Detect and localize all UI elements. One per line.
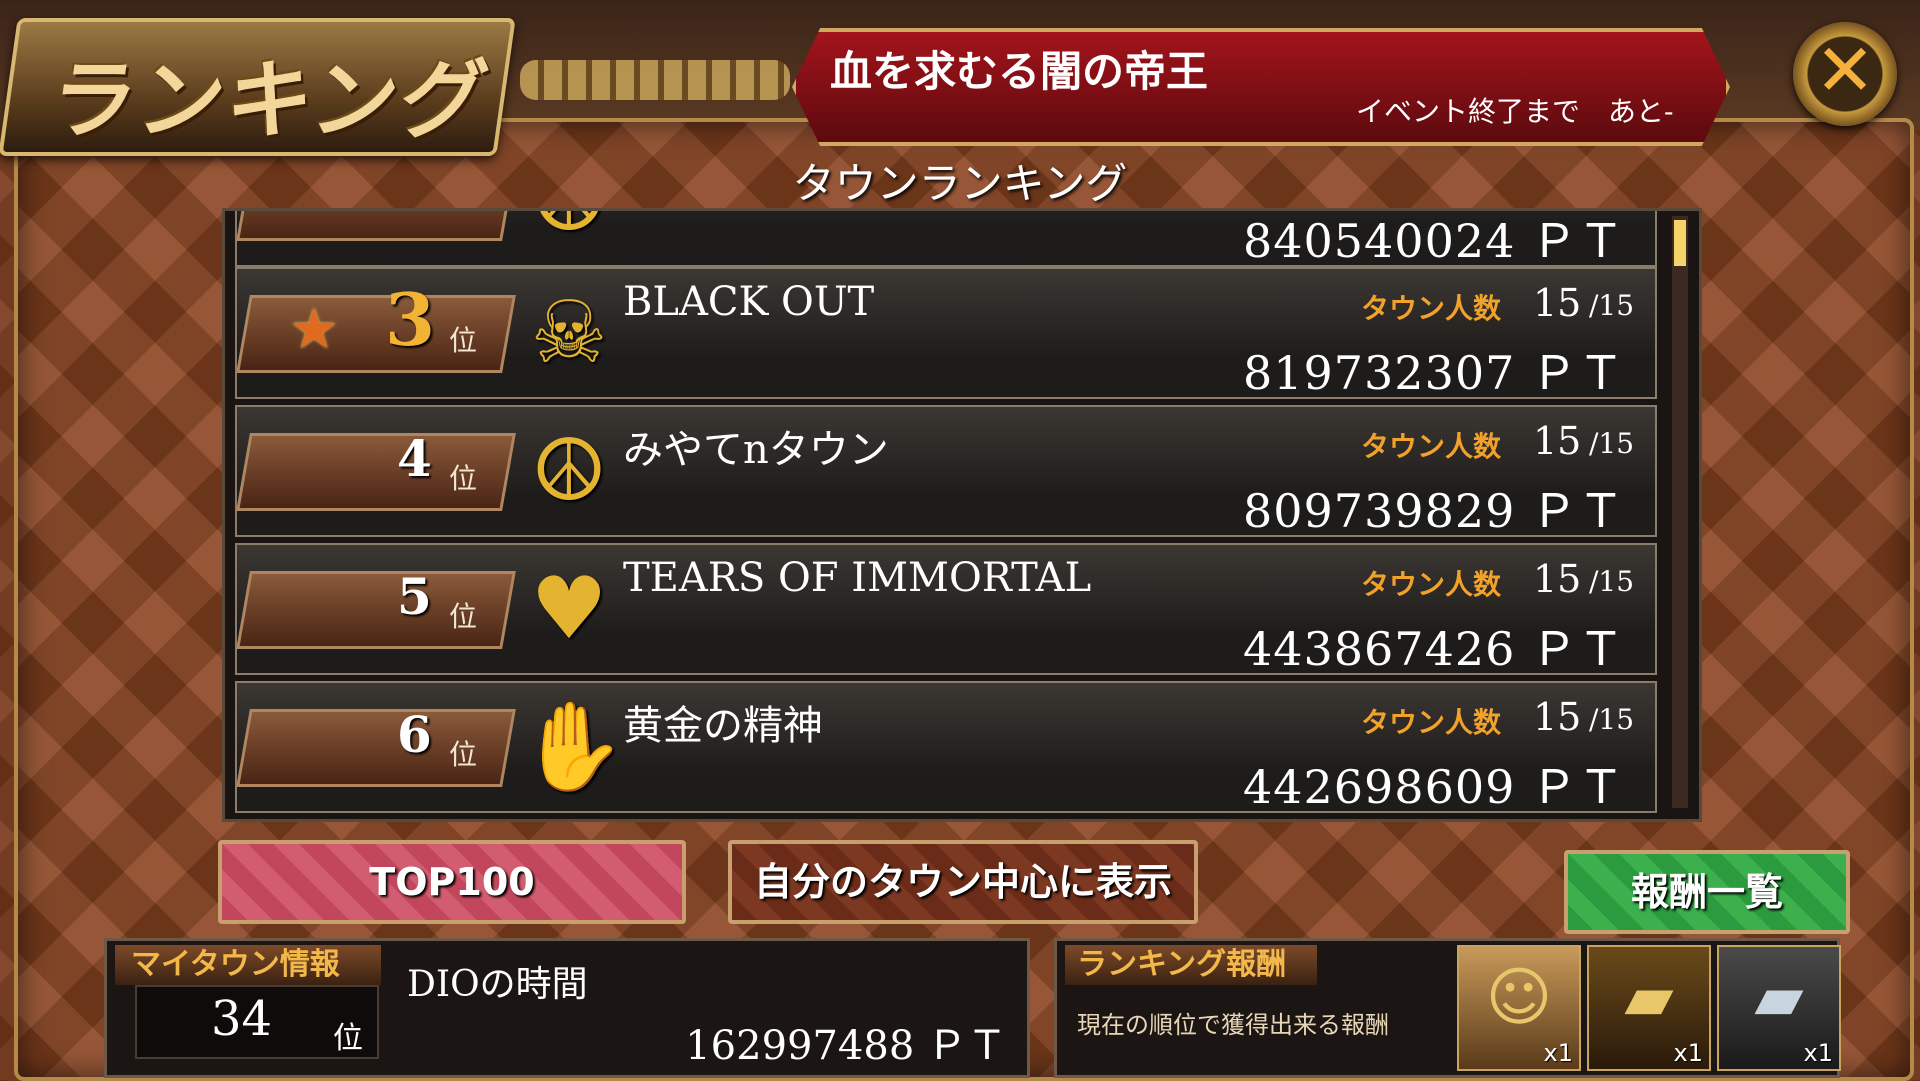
skull-icon: ☠ [530,283,608,383]
scrollbar-track[interactable] [1672,216,1688,808]
members-max: /15 [1589,427,1635,460]
members-count: 15 [1533,695,1582,739]
reward-item-silver-ticket[interactable]: ▰ x1 [1717,945,1841,1071]
rank-number: 4 [397,429,432,488]
section-title: タウンランキング [792,159,1128,208]
reward-qty: x1 [1803,1039,1833,1067]
town-name: BLACK OUT [623,279,875,325]
reward-qty: x1 [1543,1039,1573,1067]
top100-button[interactable]: TOP100 [218,840,686,924]
ranking-row-partial[interactable]: ☮ 840540024 ＰＴ [235,211,1657,268]
screen-title: ランキング [43,50,496,151]
event-title: 血を求むる闇の帝王 [830,47,1209,96]
reward-item-gold-ticket[interactable]: ▰ x1 [1587,945,1711,1071]
members-max: /15 [1589,289,1635,322]
ranking-row[interactable]: ★ 3 位 ☠ BLACK OUT タウン人数 15 /15 819732307… [235,267,1657,400]
my-town-name: DIOの時間 [407,964,588,1005]
town-points: 840540024 ＰＴ [1242,214,1625,268]
members-max: /15 [1589,703,1635,736]
members-count: 15 [1533,557,1582,601]
rank-plate [236,211,516,241]
event-remaining-time: イベント終了まで あと- [1356,95,1674,128]
members-label: タウン人数 [1361,430,1502,463]
town-points: 442698609 ＰＴ [1242,760,1625,814]
rank-number: 3 [385,277,436,362]
members-count: 15 [1533,281,1582,325]
town-name: TEARS OF IMMORTAL [623,555,1092,601]
silver-ticket-icon: ▰ [1754,961,1804,1035]
scrollbar-thumb[interactable] [1674,220,1686,266]
heart-icon: ♥ [530,559,608,659]
ranking-reward-tab: ランキング報酬 [1065,945,1317,985]
ranking-reward-box: ランキング報酬 現在の順位で獲得出来る報酬 ☺ x1 ▰ x1 ▰ x1 [1054,938,1841,1078]
members-max: /15 [1589,565,1635,598]
character-card-icon: ☺ [1485,961,1553,1035]
peace-icon: ☮ [519,211,619,251]
town-points: 819732307 ＰＴ [1242,346,1625,400]
gold-ticket-icon: ▰ [1624,961,1674,1035]
chain-decoration [520,60,790,100]
members-label: タウン人数 [1361,706,1502,739]
town-points: 809739829 ＰＴ [1242,484,1625,538]
reward-qty: x1 [1673,1039,1703,1067]
ranking-list[interactable]: ☮ 840540024 ＰＴ ★ 3 位 ☠ BLACK OUT タウン人数 1… [222,208,1702,822]
ranking-row[interactable]: 5 位 ♥ TEARS OF IMMORTAL タウン人数 15 /15 443… [235,543,1657,676]
my-town-rank: 34 [211,991,273,1047]
my-town-info: マイタウン情報 34 位 DIOの時間 162997488 ＰＴ [104,938,1030,1078]
ranking-row[interactable]: 4 位 ☮ みやてnタウン タウン人数 15 /15 809739829 ＰＴ [235,405,1657,538]
rank-suffix: 位 [449,738,478,771]
ranking-reward-description: 現在の順位で獲得出来る報酬 [1077,1011,1389,1039]
peace-icon: ☮ [530,421,608,521]
reward-item-character-card[interactable]: ☺ x1 [1457,945,1581,1071]
close-icon: ✕ [1814,28,1876,112]
star-icon: ★ [289,297,340,362]
rank-suffix: 位 [449,600,478,633]
members-count: 15 [1533,419,1582,463]
my-town-rank-suffix: 位 [333,1021,363,1056]
rank-suffix: 位 [449,462,478,495]
close-button[interactable]: ✕ [1793,22,1897,126]
rank-number: 5 [397,567,432,626]
members-label: タウン人数 [1361,292,1502,325]
hand-icon: ✋ [519,697,627,797]
my-town-points: 162997488 ＰＴ [685,1023,1007,1069]
rank-suffix: 位 [449,324,478,357]
my-town-tab: マイタウン情報 [115,945,381,985]
members-label: タウン人数 [1361,568,1502,601]
town-points: 443867426 ＰＴ [1242,622,1625,676]
town-name: みやてnタウン [623,427,889,473]
ranking-row[interactable]: 6 位 ✋ 黄金の精神 タウン人数 15 /15 442698609 ＰＴ [235,681,1657,814]
rank-number: 6 [397,705,432,764]
town-name: 黄金の精神 [623,703,823,749]
center-my-town-button[interactable]: 自分のタウン中心に表示 [728,840,1198,924]
rewards-list-button[interactable]: 報酬一覧 [1564,850,1850,934]
my-town-rank-box: 34 位 [135,985,379,1059]
